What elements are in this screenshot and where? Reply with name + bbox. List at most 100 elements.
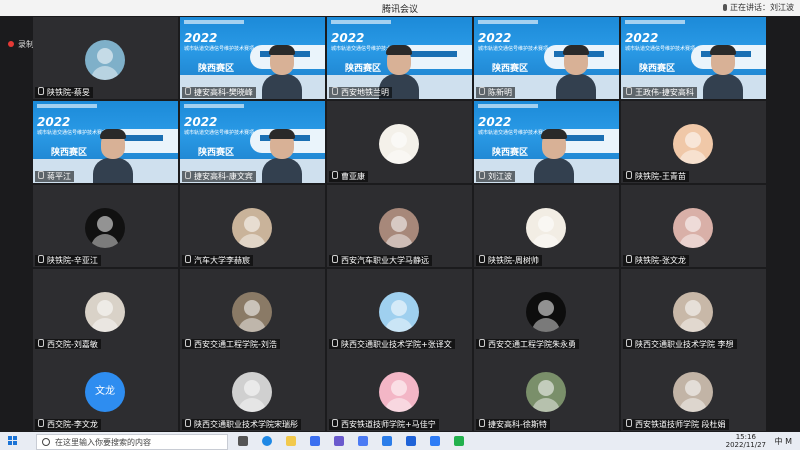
clock-time: 15:16: [735, 433, 756, 441]
store-icon[interactable]: [358, 436, 368, 446]
file-explorer-icon[interactable]: [286, 436, 296, 446]
participant-tile[interactable]: 陕西交通职业技术学院+张译文: [327, 269, 472, 351]
participant-tile[interactable]: 汽车大学李赫宸: [180, 185, 325, 267]
participant-name-text: 西安交通工程学院朱永勇: [488, 340, 576, 349]
window-title: 腾讯会议: [381, 5, 418, 15]
participant-name-text: 陕西交通职业技术学院 李想: [635, 340, 734, 349]
participant-tile[interactable]: 陕铁院-辛亚江: [33, 185, 178, 267]
avatar: [85, 292, 125, 332]
participant-name-text: 捷安高科-徐斯特: [488, 420, 547, 429]
task-view-icon[interactable]: [238, 436, 248, 446]
avatar: [379, 208, 419, 248]
participant-tile[interactable]: 陕铁院-周树帅: [474, 185, 619, 267]
wechat-icon[interactable]: [454, 436, 464, 446]
mic-icon: [626, 87, 632, 95]
participant-name: 汽车大学李赫宸: [182, 255, 253, 266]
participant-name: 曹亚康: [329, 171, 368, 182]
participant-tile[interactable]: 捷安高科-徐斯特: [474, 349, 619, 431]
taskbar-search-placeholder: 在这里输入你要搜索的内容: [55, 438, 151, 447]
participant-tile[interactable]: 西交院-刘嘉敏: [33, 269, 178, 351]
participant-tile[interactable]: 西安交通工程学院朱永勇: [474, 269, 619, 351]
app-icon[interactable]: [334, 436, 344, 446]
clock-date: 2022/11/27: [725, 441, 766, 449]
participant-tile[interactable]: 2022 城市轨道交通信号维护技术赛项 陕西赛区 西安地铁兰明: [327, 17, 472, 99]
ime-indicator: 中: [774, 437, 783, 446]
edge-icon[interactable]: [262, 436, 272, 446]
participant-tile[interactable]: 陕西交通职业技术学院 李想: [621, 269, 766, 351]
participant-tile[interactable]: 陕西交通职业技术学院宋瑞彤: [180, 349, 325, 431]
participant-tile[interactable]: 西安交通工程学院-刘浩: [180, 269, 325, 351]
qq-icon[interactable]: [406, 436, 416, 446]
participant-tile[interactable]: 文龙 西交院-李文龙: [33, 349, 178, 431]
mic-icon: [479, 87, 485, 95]
speaking-indicator: 正在讲话：刘江波: [723, 2, 794, 13]
participant-name-text: 陕铁院-王青苗: [635, 172, 686, 181]
mic-icon: [332, 87, 338, 95]
search-icon: [42, 438, 50, 446]
taskbar: 在这里输入你要搜索的内容 15:16 2022/11/27 中 M: [0, 432, 800, 450]
participant-tile[interactable]: 曹亚康: [327, 101, 472, 183]
participant-name: 陕铁院-王青苗: [623, 171, 689, 182]
banner-logos: [625, 20, 685, 24]
taskbar-search-input[interactable]: 在这里输入你要搜索的内容: [36, 434, 228, 450]
participant-name-text: 陕铁院-张文龙: [635, 256, 686, 265]
system-tray[interactable]: 中 M: [775, 436, 792, 447]
mail-icon[interactable]: [310, 436, 320, 446]
banner-region: 陕西赛区: [51, 148, 88, 158]
participant-tile[interactable]: 陕铁院-张文龙: [621, 185, 766, 267]
mic-icon: [332, 419, 338, 427]
mic-icon: [38, 419, 44, 427]
banner-region: 陕西赛区: [492, 64, 529, 74]
avatar: [232, 372, 272, 412]
record-dot-icon: [8, 41, 14, 47]
avatar: [232, 208, 272, 248]
participant-video: [703, 45, 743, 99]
participant-tile[interactable]: 西安铁道技师学院+马佳宁: [327, 349, 472, 431]
banner-logos: [331, 20, 391, 24]
mic-icon: [332, 255, 338, 263]
participant-name: 西安地铁兰明: [329, 87, 392, 98]
participant-tile[interactable]: 2022 城市轨道交通信号维护技术赛项 陕西赛区 捷安高科-康文宾: [180, 101, 325, 183]
participant-name-text: 西交院-刘嘉敏: [47, 340, 98, 349]
participant-tile[interactable]: 2022 城市轨道交通信号维护技术赛项 陕西赛区 刘江波: [474, 101, 619, 183]
participant-tile[interactable]: 2022 城市轨道交通信号维护技术赛项 陕西赛区 蒋平江: [33, 101, 178, 183]
mic-icon: [185, 419, 191, 427]
mic-icon: [332, 339, 338, 347]
tencent-meeting-icon[interactable]: [430, 436, 440, 446]
avatar: [379, 372, 419, 412]
participant-tile[interactable]: 陕铁院-王青苗: [621, 101, 766, 183]
participant-tile[interactable]: 陕铁院-蔡旻: [33, 17, 178, 99]
participant-name-text: 陕铁院-蔡旻: [47, 88, 90, 97]
participant-tile[interactable]: 2022 城市轨道交通信号维护技术赛项 陕西赛区 捷安高科-樊晓峰: [180, 17, 325, 99]
mic-icon: [38, 171, 44, 179]
speaking-text: 正在讲话：刘江波: [730, 3, 794, 12]
clock[interactable]: 15:16 2022/11/27: [726, 433, 766, 449]
participant-name: 陕铁院-辛亚江: [35, 255, 101, 266]
participant-name-text: 曹亚康: [341, 172, 365, 181]
mic-icon: [723, 4, 727, 11]
participant-video: [262, 45, 302, 99]
participant-name-text: 捷安高科-樊晓峰: [194, 88, 253, 97]
banner-year: 2022: [37, 115, 71, 129]
participant-name: 西安汽车职业大学马静远: [329, 255, 432, 266]
mic-icon: [185, 87, 191, 95]
participant-name-text: 陕西交通职业技术学院+张译文: [341, 340, 452, 349]
windows-start-icon[interactable]: [8, 436, 18, 446]
banner-logos: [478, 20, 538, 24]
participant-name: 西交院-李文龙: [35, 419, 101, 430]
mic-icon: [38, 339, 44, 347]
avatar: [526, 208, 566, 248]
banner-region: 陕西赛区: [198, 148, 235, 158]
participant-tile[interactable]: 西安铁道技师学院 段杜娟: [621, 349, 766, 431]
participant-tile[interactable]: 西安汽车职业大学马静远: [327, 185, 472, 267]
participant-name: 西安铁道技师学院+马佳宁: [329, 419, 439, 430]
mic-icon: [185, 339, 191, 347]
word-icon[interactable]: [382, 436, 392, 446]
tray-app-icon: M: [785, 437, 792, 446]
participant-tile[interactable]: 2022 城市轨道交通信号维护技术赛项 陕西赛区 陈新明: [474, 17, 619, 99]
participant-tile[interactable]: 2022 城市轨道交通信号维护技术赛项 陕西赛区 王政伟-捷安高科: [621, 17, 766, 99]
banner-year: 2022: [625, 31, 659, 45]
avatar: [379, 124, 419, 164]
avatar: [379, 292, 419, 332]
mic-icon: [479, 255, 485, 263]
